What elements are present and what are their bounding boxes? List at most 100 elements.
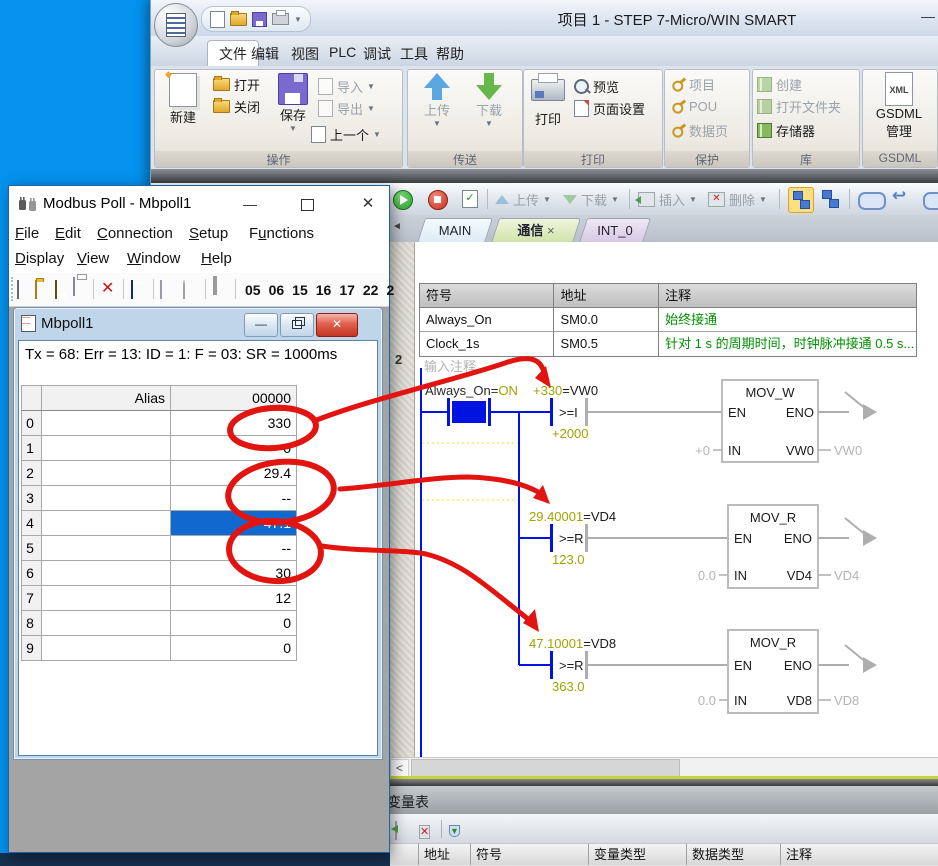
download-table-button[interactable]: ▼ xyxy=(449,821,460,839)
download-button[interactable]: 下载 ▼ xyxy=(468,73,510,128)
child-minimize-button[interactable]: — xyxy=(244,313,278,337)
tab-comm-active[interactable]: 通信 × xyxy=(491,218,581,243)
new-icon[interactable] xyxy=(210,11,225,28)
menu-tab-edit[interactable]: 编辑 xyxy=(251,44,279,64)
print-button[interactable]: 打印 xyxy=(526,71,570,128)
modbus-minimize-button[interactable]: — xyxy=(235,193,265,215)
open-button[interactable] xyxy=(35,281,37,299)
horizontal-scrollbar[interactable]: < xyxy=(389,757,938,777)
stop-button[interactable] xyxy=(428,190,448,210)
toolbar-upload-button[interactable]: 上传▼ xyxy=(495,190,551,209)
new-button[interactable] xyxy=(17,281,19,299)
scrollbar-thumb[interactable] xyxy=(411,759,680,777)
grid-row[interactable]: 0330 xyxy=(22,411,297,436)
communication-button[interactable] xyxy=(160,281,162,299)
toolbar-download-button[interactable]: 下载▼ xyxy=(563,190,619,209)
grid-row[interactable]: 90 xyxy=(22,636,297,661)
insert-row-button[interactable] xyxy=(395,822,397,840)
register-header[interactable]: 00000 xyxy=(171,386,297,411)
step7-minimize-button[interactable]: — xyxy=(921,8,935,24)
menu-display[interactable]: Display xyxy=(15,250,64,267)
menu-tab-tools[interactable]: 工具 xyxy=(400,44,428,64)
menu-window[interactable]: Window xyxy=(127,250,180,267)
fc-05-button[interactable]: 05 xyxy=(245,282,261,298)
gsdml-manage-button[interactable]: XML GSDML 管理 xyxy=(867,72,931,140)
col-symbol[interactable]: 符号 xyxy=(471,843,589,865)
print-icon[interactable] xyxy=(272,13,289,25)
fc-17-button[interactable]: 17 xyxy=(339,282,355,298)
alias-header[interactable]: Alias xyxy=(42,386,171,411)
pulse-button[interactable] xyxy=(213,278,217,296)
close-button[interactable]: 关闭 xyxy=(213,97,260,115)
program-block-alt-button[interactable] xyxy=(818,187,842,211)
child-restore-button[interactable] xyxy=(280,313,314,337)
disconnect-button[interactable]: ✕ xyxy=(101,280,114,298)
compare-contact[interactable] xyxy=(550,524,553,552)
tab-int0[interactable]: INT_0 xyxy=(579,218,651,243)
open-icon[interactable] xyxy=(230,13,247,26)
grid-row[interactable]: 630 xyxy=(22,561,297,586)
window-setup-button[interactable] xyxy=(131,281,133,299)
menu-tab-debug[interactable]: 调试 xyxy=(363,44,391,64)
fc-06-button[interactable]: 06 xyxy=(269,282,285,298)
col-address[interactable]: 地址 xyxy=(419,843,471,865)
grid-row[interactable]: 712 xyxy=(22,586,297,611)
menu-help[interactable]: Help xyxy=(201,250,232,267)
run-button[interactable] xyxy=(393,190,413,210)
tab-close-icon[interactable]: × xyxy=(547,223,555,238)
save-icon[interactable] xyxy=(252,12,267,27)
delete-row-button[interactable]: ✕ xyxy=(419,822,430,840)
menu-tab-view[interactable]: 视图 xyxy=(291,44,319,64)
menu-tab-help[interactable]: 帮助 xyxy=(436,44,464,64)
insert-button[interactable]: 插入▼ xyxy=(638,190,697,209)
grid-row[interactable]: 10 xyxy=(22,436,297,461)
grid-row[interactable]: 3-- xyxy=(22,486,297,511)
library-create-button[interactable]: 创建 xyxy=(757,75,802,93)
tab-scroll-left[interactable]: ◄ xyxy=(392,221,402,232)
tab-main[interactable]: MAIN xyxy=(417,218,493,243)
previous-button[interactable]: 上一个▼ xyxy=(311,125,381,143)
save-button[interactable]: 保存 ▼ xyxy=(271,73,315,133)
page-setup-button[interactable]: 页面设置 xyxy=(574,99,645,117)
menu-edit[interactable]: Edit xyxy=(55,225,81,242)
grid-row[interactable]: 80 xyxy=(22,611,297,636)
undo-tool-button[interactable]: ↩ xyxy=(892,186,906,206)
compare-contact[interactable] xyxy=(550,398,553,426)
save-button[interactable] xyxy=(55,281,57,299)
qat-dropdown-caret[interactable]: ▼ xyxy=(294,15,302,24)
library-memory-button[interactable]: 存储器 xyxy=(757,121,815,139)
preview-button[interactable]: 预览 xyxy=(574,77,619,95)
ladder-canvas[interactable]: Always_On=ON +330=VW0 >=I +2000 MOV_W EN… xyxy=(389,242,938,757)
protect-pou-button[interactable]: POU xyxy=(671,97,717,115)
fc-23-button[interactable]: 2 xyxy=(386,282,394,298)
menu-connection[interactable]: Connection xyxy=(97,225,173,242)
modbus-close-button[interactable]: ✕ xyxy=(353,193,383,215)
export-button[interactable]: 导出▼ xyxy=(318,99,375,117)
menu-view[interactable]: View xyxy=(77,250,109,267)
step7-app-menu-button[interactable] xyxy=(154,3,198,47)
modbus-maximize-button[interactable] xyxy=(301,199,314,211)
menu-file[interactable]: File xyxy=(15,225,39,242)
col-comment[interactable]: 注释 xyxy=(781,843,938,865)
upload-button[interactable]: 上传 ▼ xyxy=(416,73,458,128)
col-data-type[interactable]: 数据类型 xyxy=(687,843,781,865)
new-button[interactable]: ◆ 新建 xyxy=(159,73,207,126)
menu-tab-plc[interactable]: PLC xyxy=(329,44,356,60)
box-tool-button[interactable] xyxy=(858,192,886,210)
protect-project-button[interactable]: 项目 xyxy=(671,75,715,93)
grid-row[interactable]: 229.4 xyxy=(22,461,297,486)
child-close-button[interactable]: ✕ xyxy=(316,313,358,337)
menu-setup[interactable]: Setup xyxy=(189,225,228,242)
import-button[interactable]: 导入▼ xyxy=(318,77,375,95)
program-block-button[interactable] xyxy=(788,187,814,213)
delete-button[interactable]: ✕删除▼ xyxy=(708,190,767,209)
col-var-type[interactable]: 变量类型 xyxy=(589,843,687,865)
compile-button[interactable]: ✓ xyxy=(462,190,478,208)
print-button[interactable] xyxy=(73,278,75,296)
fc-16-button[interactable]: 16 xyxy=(316,282,332,298)
grid-row-selected[interactable]: 447.1 xyxy=(22,511,297,536)
open-button[interactable]: 打开 xyxy=(213,75,260,93)
compare-contact[interactable] xyxy=(550,651,553,679)
grid-row[interactable]: 5-- xyxy=(22,536,297,561)
fc-15-button[interactable]: 15 xyxy=(292,282,308,298)
